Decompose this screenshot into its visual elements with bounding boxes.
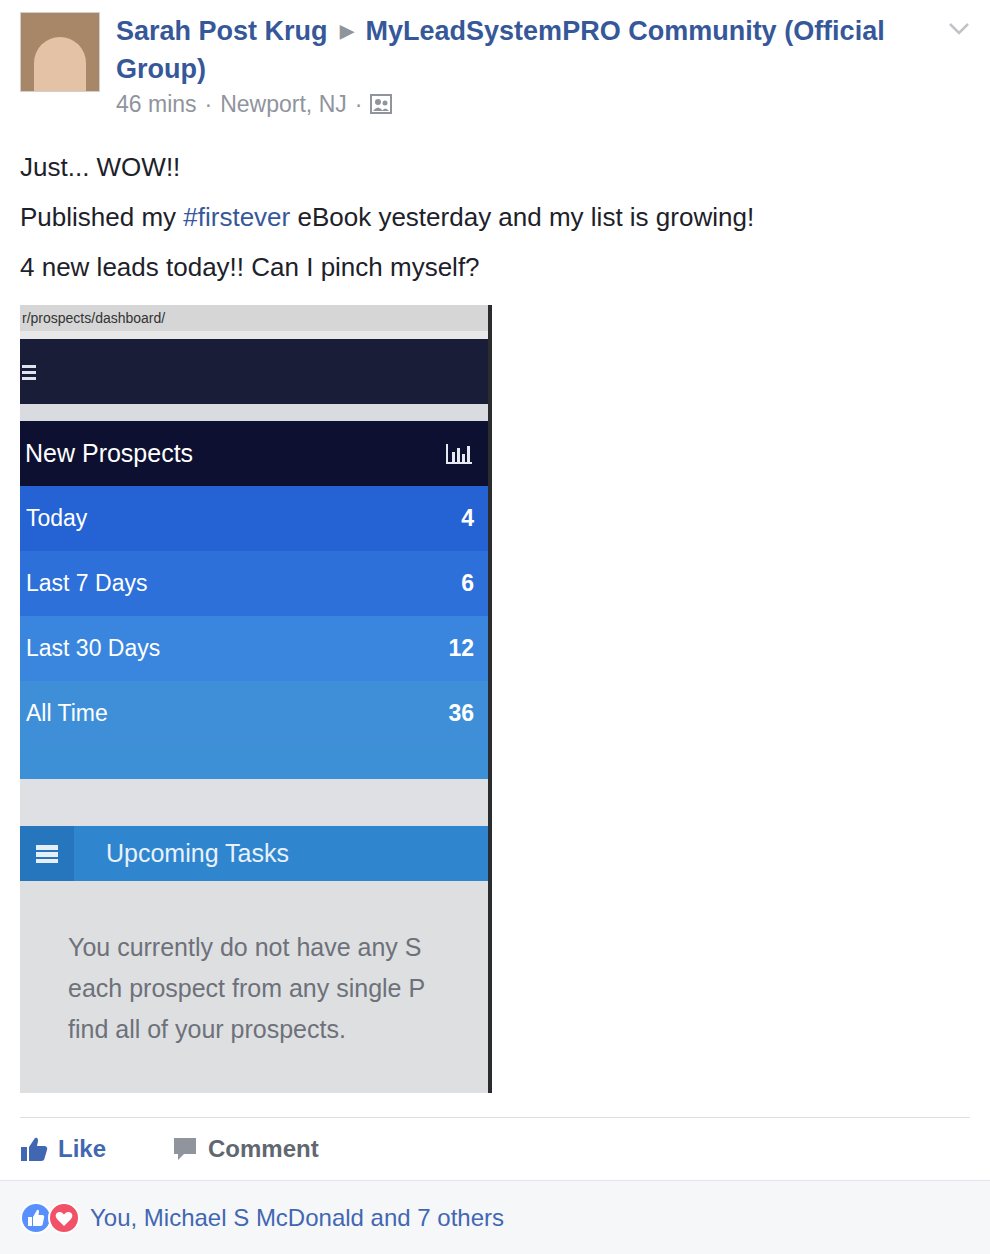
light-band [20,404,488,421]
post-header: Sarah Post Krug▶MyLeadSystemPRO Communit… [0,0,990,120]
like-button[interactable]: Like [20,1131,106,1167]
prospect-label: Last 7 Days [26,566,147,601]
reactions-bar: You, Michael S McDonald and 7 others [0,1180,990,1254]
bar-chart-icon [444,442,474,466]
prospect-label: Last 30 Days [26,631,160,666]
prospect-row[interactable]: Today 4 [20,486,488,551]
like-reaction-icon [20,1202,52,1234]
prospect-row[interactable]: All Time 36 [20,681,488,746]
author-avatar[interactable] [20,12,100,92]
post-meta: 46 mins·Newport, NJ· [116,88,970,120]
prospect-count: 6 [461,566,474,601]
panel-bottom [20,746,488,779]
divider [20,1117,970,1118]
text-segment: Published my [20,202,183,232]
post-line: Just... WOW!! [20,142,970,192]
list-icon [35,844,59,864]
love-reaction-icon [48,1202,80,1234]
prospects-header: New Prospects [20,421,488,486]
prospect-count: 12 [448,631,474,666]
post-location[interactable]: Newport, NJ [220,88,347,120]
action-label: Like [58,1131,106,1167]
prospect-count: 4 [461,501,474,536]
avatar-face [34,37,86,92]
post-time[interactable]: 46 mins [116,88,197,120]
prospects-title: New Prospects [25,435,193,473]
text-segment: 4 new leads today!! Can I pinch myself? [20,252,480,282]
post-title: Sarah Post Krug▶MyLeadSystemPRO Communit… [116,12,940,88]
tasks-header: Upcoming Tasks [20,826,488,881]
reactions-text[interactable]: You, Michael S McDonald and 7 others [90,1200,504,1236]
comment-icon [172,1136,198,1162]
action-bar: Like Comment [0,1118,990,1180]
post-line: 4 new leads today!! Can I pinch myself? [20,242,970,292]
tasks-text: each prospect from any single P [68,968,488,1009]
hamburger-menu-icon [22,363,38,381]
post-header-text: Sarah Post Krug▶MyLeadSystemPRO Communit… [116,12,970,120]
prospect-label: Today [26,501,87,536]
tasks-text: find all of your prospects. [68,1009,488,1050]
prospect-label: All Time [26,696,108,731]
top-gap [20,331,488,339]
post-photo[interactable]: r/prospects/dashboard/New Prospects Today… [20,305,492,1093]
thumbs-up-icon [20,1136,48,1162]
tasks-text: You currently do not have any S [68,927,488,968]
tasks-title: Upcoming Tasks [106,835,289,873]
app-navbar [20,339,488,404]
tasks-icon-box [20,826,74,881]
address-bar: r/prospects/dashboard/ [20,305,488,331]
text-segment: Just... WOW!! [20,152,180,182]
comment-button[interactable]: Comment [172,1131,319,1167]
address-text: r/prospects/dashboard/ [22,308,165,329]
chevron-down-icon [948,22,970,36]
hashtag-link[interactable]: #firstever [183,202,290,232]
group-audience-icon [370,94,392,114]
meta-dot: · [205,88,213,120]
reaction-icons [20,1202,80,1234]
prospect-row[interactable]: Last 7 Days 6 [20,551,488,616]
meta-dot: · [355,88,363,120]
text-segment: eBook yesterday and my list is growing! [290,202,754,232]
post-text: Just... WOW!! Published my #firstever eBo… [0,142,990,292]
separator-arrow: ▶ [340,21,354,41]
title-row: Sarah Post Krug▶MyLeadSystemPRO Communit… [116,12,970,88]
author-link[interactable]: Sarah Post Krug [116,16,328,46]
tasks-body: You currently do not have any Seach pros… [20,881,488,1093]
prospect-count: 36 [448,696,474,731]
action-label: Comment [208,1131,319,1167]
prospect-row[interactable]: Last 30 Days 12 [20,616,488,681]
post-line: Published my #firstever eBook yesterday … [20,192,970,242]
panel-gap [20,779,488,826]
